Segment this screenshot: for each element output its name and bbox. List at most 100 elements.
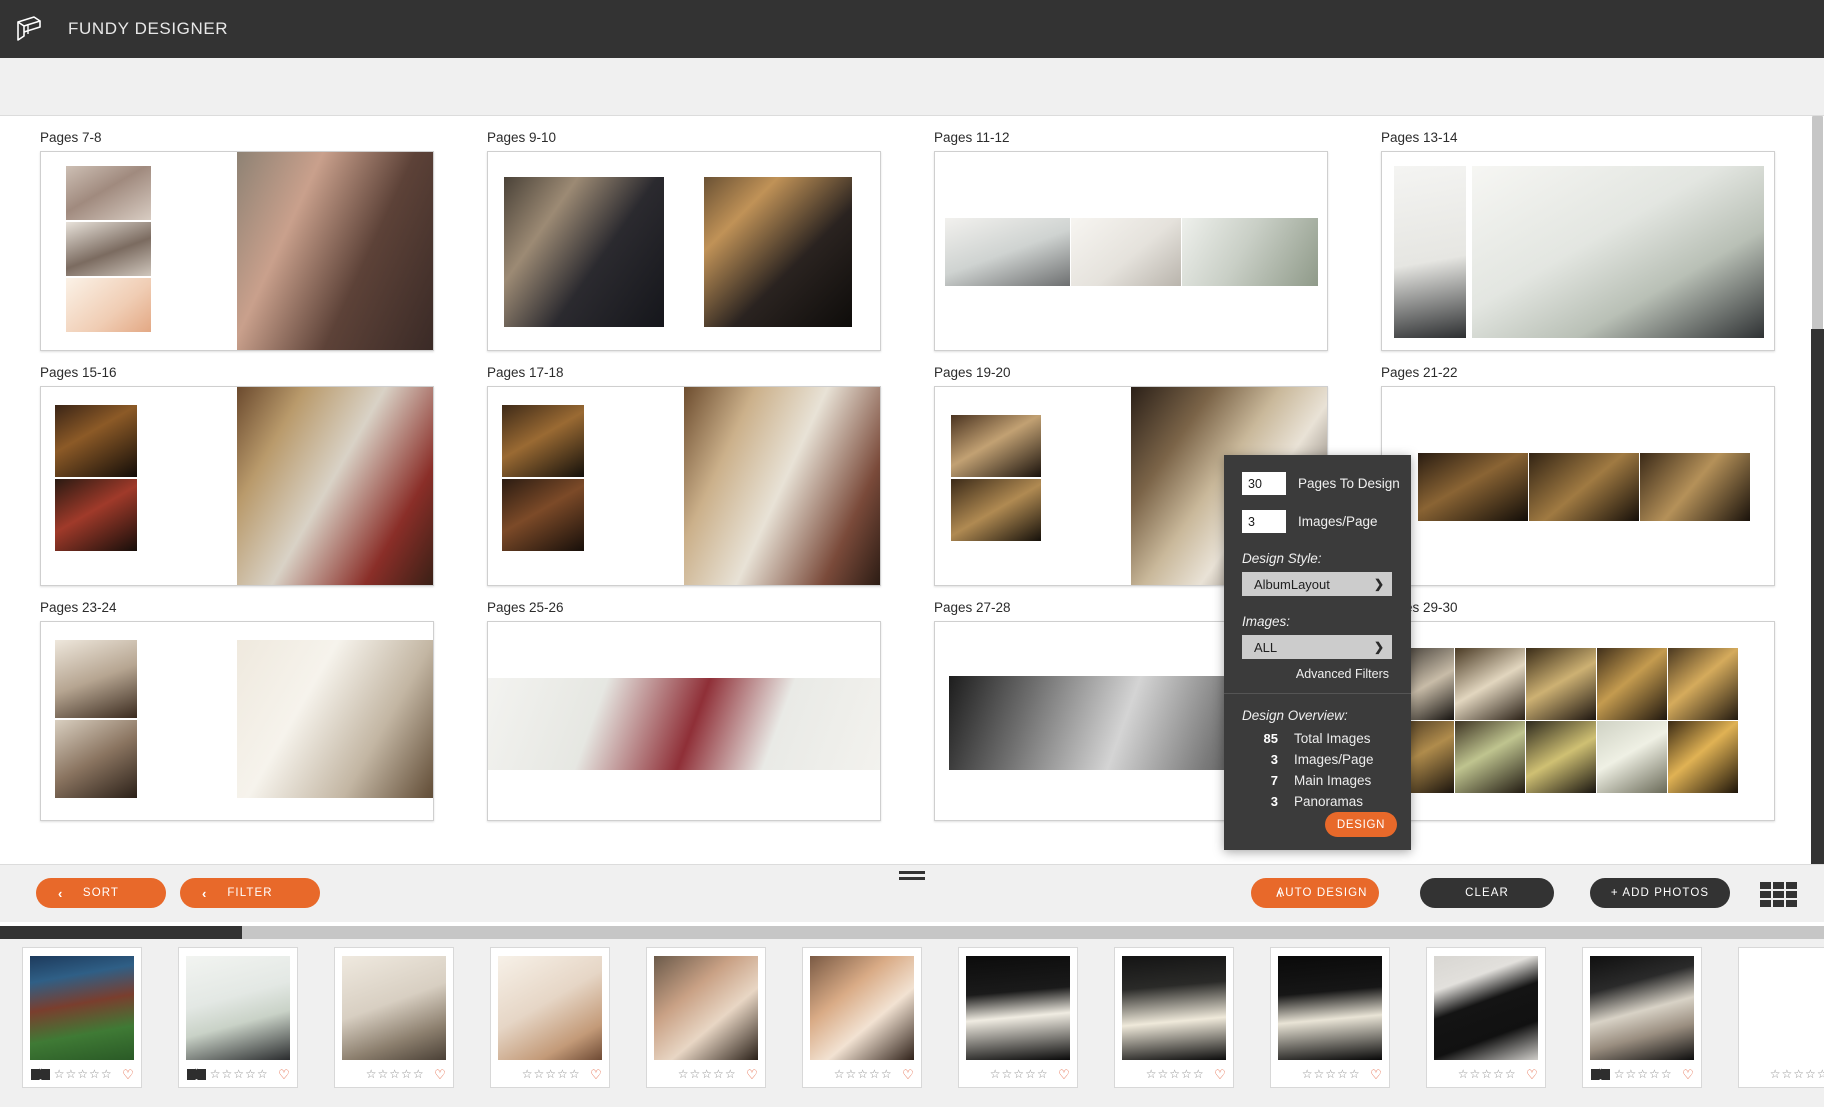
photo-church-aisle-lights[interactable] — [55, 405, 137, 477]
spread-pages-11-12[interactable]: Pages 11-12 — [894, 130, 1341, 351]
drag-handle-icon[interactable] — [899, 871, 925, 880]
spread-page-canvas[interactable] — [40, 621, 434, 821]
star-icon[interactable]: ☆ — [257, 1068, 268, 1080]
filmstrip-thumbnail[interactable]: ☆☆☆☆☆♡ — [1738, 947, 1824, 1088]
star-icon[interactable]: ☆ — [1770, 1068, 1781, 1080]
photo-church-pews[interactable] — [502, 479, 584, 551]
thumbnail-photo-wedding-dress-window[interactable] — [342, 956, 446, 1060]
heart-icon[interactable]: ♡ — [746, 1068, 758, 1081]
photo-reception-windows-tables[interactable] — [1455, 721, 1525, 793]
star-icon[interactable]: ☆ — [1325, 1068, 1336, 1080]
filter-button[interactable]: ‹ FILTER — [180, 878, 320, 908]
filmstrip-thumbnail[interactable]: ☆☆☆☆☆♡ — [1426, 947, 1546, 1088]
star-icon[interactable]: ☆ — [1349, 1068, 1360, 1080]
photo-reception-staircase[interactable] — [1640, 453, 1750, 521]
heart-icon[interactable]: ♡ — [902, 1068, 914, 1081]
images-per-page-input[interactable] — [1242, 510, 1286, 533]
star-icon[interactable]: ☆ — [1649, 1068, 1660, 1080]
photo-reception-glow-centerpiece[interactable] — [1668, 721, 1738, 793]
photo-veil-swirl-main[interactable] — [237, 640, 433, 798]
star-icon[interactable]: ☆ — [869, 1068, 880, 1080]
rating-stars[interactable]: ☆ ☆ ☆ ☆ ☆ — [1613, 1068, 1672, 1080]
star-icon[interactable]: ☆ — [1013, 1068, 1024, 1080]
star-icon[interactable]: ☆ — [1493, 1068, 1504, 1080]
thumbnail-photo-wedding-rings-box[interactable] — [1434, 956, 1538, 1060]
rating-stars[interactable]: ☆ ☆ ☆ ☆ ☆ — [53, 1068, 112, 1080]
star-icon[interactable]: ☆ — [1314, 1068, 1325, 1080]
advanced-filters-link[interactable]: Advanced Filters — [1224, 667, 1389, 681]
star-icon[interactable]: ☆ — [1146, 1068, 1157, 1080]
heart-icon[interactable]: ♡ — [590, 1068, 602, 1081]
star-icon[interactable]: ☆ — [1626, 1068, 1637, 1080]
spread-page-canvas[interactable] — [40, 386, 434, 586]
star-icon[interactable]: ☆ — [233, 1068, 244, 1080]
filmstrip-thumbnail[interactable]: ☆☆☆☆☆♡ — [490, 947, 610, 1088]
spread-page-canvas[interactable] — [487, 386, 881, 586]
star-icon[interactable]: ☆ — [1169, 1068, 1180, 1080]
photo-tall-branch-centerpiece[interactable] — [1526, 721, 1596, 793]
star-icon[interactable]: ☆ — [1158, 1068, 1169, 1080]
sort-button[interactable]: ‹ SORT — [36, 878, 166, 908]
star-icon[interactable]: ☆ — [881, 1068, 892, 1080]
rating-stars[interactable]: ☆ ☆ ☆ ☆ ☆ — [677, 1068, 736, 1080]
star-icon[interactable]: ☆ — [1025, 1068, 1036, 1080]
spreads-canvas[interactable]: Pages 7-8 Pages 9-10 Pages 11-12 Pages 1… — [0, 116, 1824, 864]
photo-couple-arms-up-exit[interactable] — [951, 479, 1041, 541]
photo-church-interior-top[interactable] — [502, 405, 584, 477]
star-icon[interactable]: ☆ — [522, 1068, 533, 1080]
photo-bride-dress-spread-atrium[interactable] — [1472, 166, 1764, 338]
rating-stars[interactable]: ☆ ☆ ☆ ☆ ☆ — [989, 1068, 1048, 1080]
star-icon[interactable]: ☆ — [1193, 1068, 1204, 1080]
star-icon[interactable]: ☆ — [378, 1068, 389, 1080]
rating-stars[interactable]: ☆ ☆ ☆ ☆ ☆ — [1769, 1068, 1824, 1080]
thumbnail-photo-bride-earring-detail[interactable] — [654, 956, 758, 1060]
photo-reception-table-centerpiece[interactable] — [1526, 648, 1596, 720]
photo-reception-entry-1[interactable] — [1418, 453, 1528, 521]
photo-groom-portrait[interactable] — [704, 177, 852, 327]
star-icon[interactable]: ☆ — [545, 1068, 556, 1080]
star-icon[interactable]: ☆ — [89, 1068, 100, 1080]
thumbnail-photo-bridal-shoes-glitter[interactable] — [1590, 956, 1694, 1060]
photo-bride-tall-window[interactable] — [1394, 166, 1466, 338]
spread-page-canvas[interactable] — [487, 151, 881, 351]
filmstrip-thumbnail[interactable]: ☆☆☆☆☆♡ — [646, 947, 766, 1088]
filmstrip-thumbnail[interactable]: ☆☆☆☆☆♡ — [178, 947, 298, 1088]
photo-reception-hall-wide-1[interactable] — [1597, 648, 1667, 720]
heart-icon[interactable]: ♡ — [1370, 1068, 1382, 1081]
star-icon[interactable]: ☆ — [389, 1068, 400, 1080]
photo-hydrangea-table-runner[interactable] — [1597, 721, 1667, 793]
photo-dress-hands-detail[interactable] — [66, 278, 151, 332]
auto-design-popup[interactable]: Pages To Design Images/Page Design Style… — [1224, 455, 1411, 850]
star-icon[interactable]: ☆ — [66, 1068, 77, 1080]
spread-page-canvas[interactable] — [1381, 386, 1775, 586]
filmstrip-thumbnail[interactable]: ☆☆☆☆☆♡ — [802, 947, 922, 1088]
pages-to-design-input[interactable] — [1242, 472, 1286, 495]
horizontal-scrollbar-thumb[interactable] — [0, 926, 242, 939]
spread-pages-23-24[interactable]: Pages 23-24 — [0, 600, 447, 821]
heart-icon[interactable]: ♡ — [1682, 1068, 1694, 1081]
rating-stars[interactable]: ☆ ☆ ☆ ☆ ☆ — [209, 1068, 268, 1080]
heart-icon[interactable]: ♡ — [434, 1068, 446, 1081]
star-icon[interactable]: ☆ — [77, 1068, 88, 1080]
filmstrip-thumbnail[interactable]: ☆☆☆☆☆ ♡ — [958, 947, 1078, 1088]
heart-icon[interactable]: ♡ — [278, 1068, 290, 1081]
star-icon[interactable]: ☆ — [557, 1068, 568, 1080]
heart-icon[interactable]: ♡ — [1526, 1068, 1538, 1081]
star-icon[interactable]: ☆ — [701, 1068, 712, 1080]
spread-page-canvas[interactable] — [487, 621, 881, 821]
rating-stars[interactable]: ☆ ☆ ☆ ☆ ☆ — [365, 1068, 424, 1080]
spread-pages-13-14[interactable]: Pages 13-14 — [1341, 130, 1788, 351]
thumbnail-photo-bride-veil-portrait[interactable] — [498, 956, 602, 1060]
filmstrip-thumbnail[interactable]: ☆☆☆☆☆ ♡ — [334, 947, 454, 1088]
thumbnail-photo-couple-conservatory[interactable] — [186, 956, 290, 1060]
heart-icon[interactable]: ♡ — [1058, 1068, 1070, 1081]
grid-view-icon[interactable] — [1760, 882, 1800, 908]
photo-escort-cards-table[interactable] — [1455, 648, 1525, 720]
photo-bridesmaids-getting-ready[interactable] — [66, 166, 151, 220]
star-icon[interactable]: ☆ — [1470, 1068, 1481, 1080]
star-icon[interactable]: ☆ — [1661, 1068, 1672, 1080]
star-icon[interactable]: ☆ — [990, 1068, 1001, 1080]
star-icon[interactable]: ☆ — [1481, 1068, 1492, 1080]
rating-stars[interactable]: ☆ ☆ ☆ ☆ ☆ — [1301, 1068, 1360, 1080]
star-icon[interactable]: ☆ — [678, 1068, 689, 1080]
